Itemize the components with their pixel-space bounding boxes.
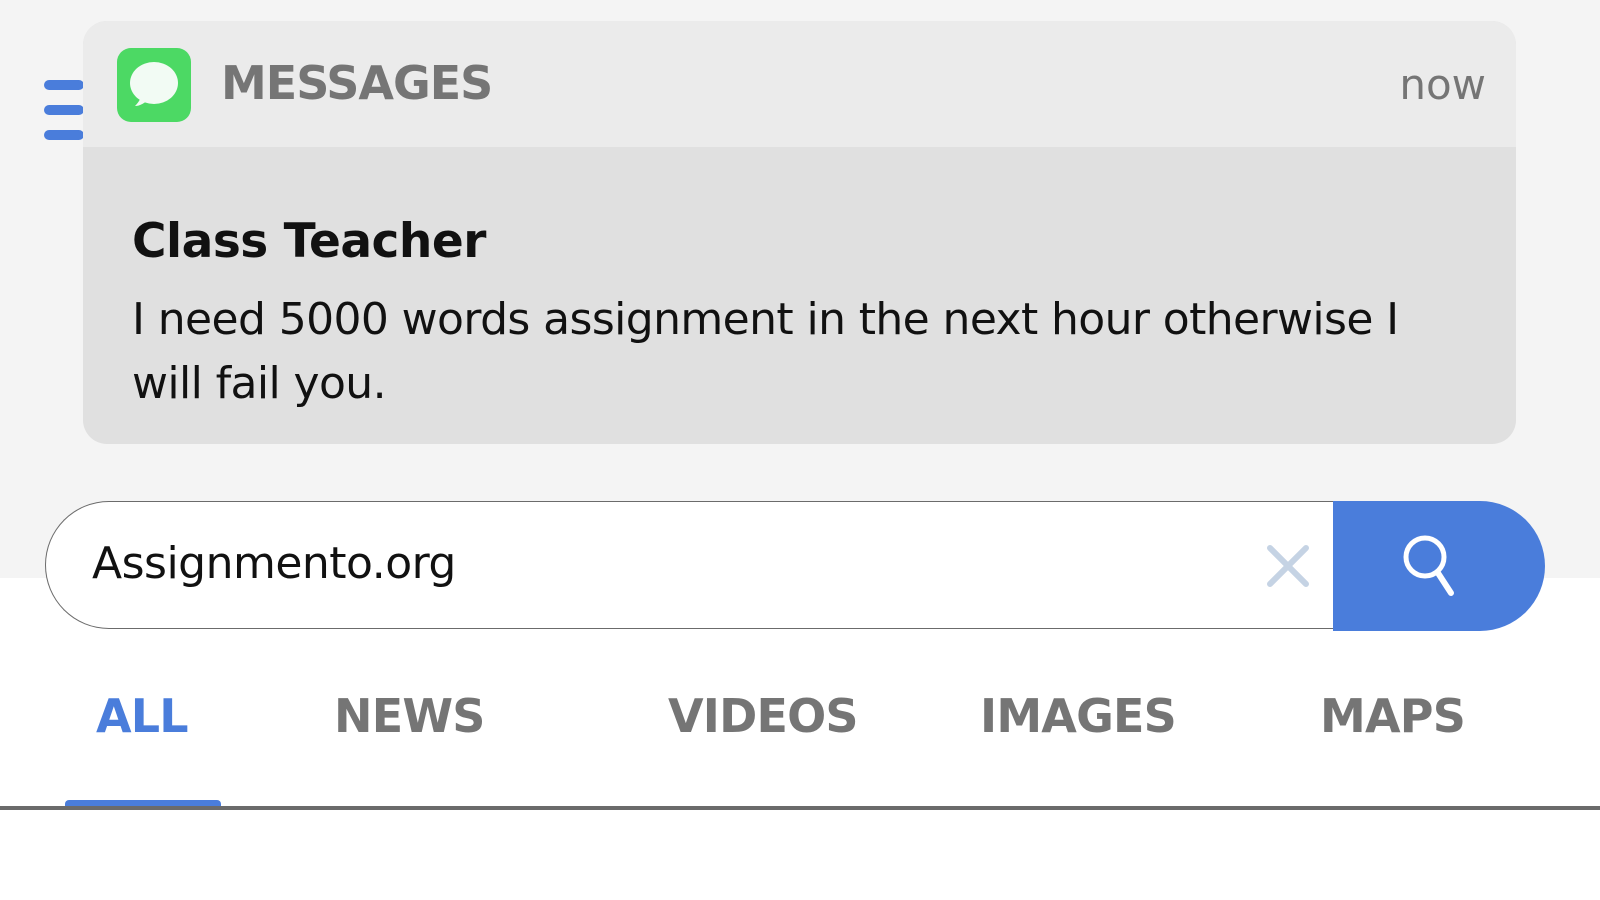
tab-all[interactable]: ALL: [96, 684, 189, 748]
tab-maps[interactable]: MAPS: [1320, 684, 1466, 748]
tabs-divider: [0, 806, 1600, 810]
search-query-text[interactable]: Assignmento.org: [92, 532, 456, 596]
notification-sender: Class Teacher: [132, 214, 486, 269]
message-notification[interactable]: MESSAGES now Class Teacher I need 5000 w…: [83, 21, 1516, 444]
notification-app-name: MESSAGES: [221, 56, 493, 110]
notification-header: MESSAGES now: [83, 21, 1516, 147]
tab-videos[interactable]: VIDEOS: [668, 684, 859, 748]
speech-bubble-icon: [117, 48, 191, 122]
search-input[interactable]: Assignmento.org: [45, 501, 1335, 629]
search-bar: Assignmento.org: [45, 501, 1545, 631]
notification-message: I need 5000 words assignment in the next…: [132, 294, 1399, 409]
close-icon[interactable]: [1264, 542, 1312, 590]
search-button[interactable]: [1333, 501, 1545, 631]
notification-time: now: [1399, 60, 1486, 109]
search-icon: [1403, 535, 1454, 596]
tab-news[interactable]: NEWS: [334, 684, 485, 748]
tab-images[interactable]: IMAGES: [980, 684, 1177, 748]
hamburger-menu-icon[interactable]: [44, 78, 84, 142]
